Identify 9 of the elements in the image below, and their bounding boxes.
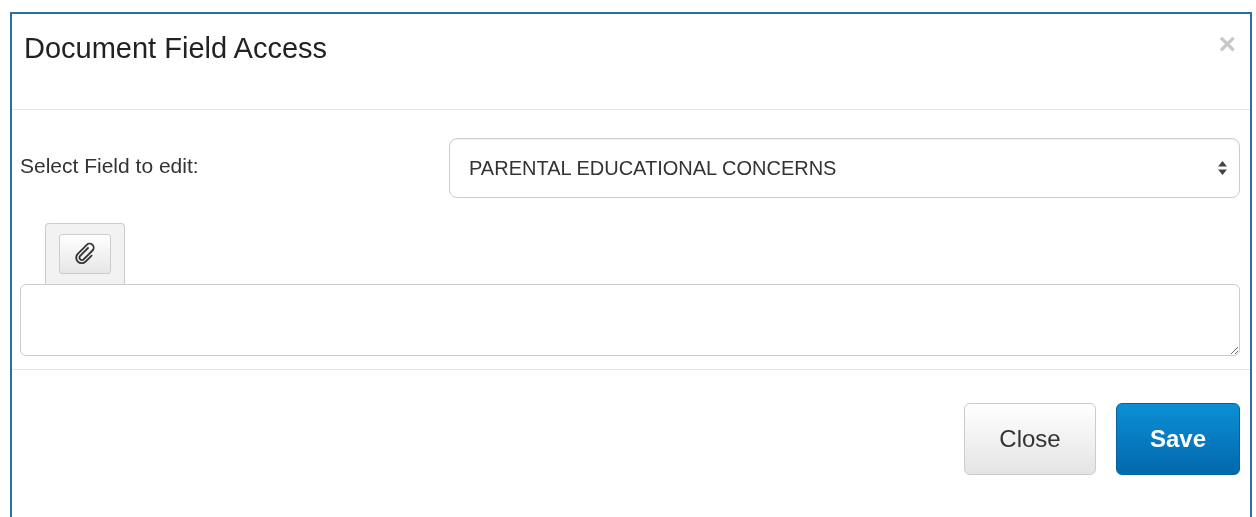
close-button[interactable]: Close <box>964 403 1096 475</box>
paperclip-icon <box>73 242 97 266</box>
save-button[interactable]: Save <box>1116 403 1240 475</box>
field-select[interactable]: PARENTAL EDUCATIONAL CONCERNS <box>449 138 1240 198</box>
field-label: Select Field to edit: <box>20 153 200 178</box>
dialog-title: Document Field Access <box>24 32 327 65</box>
updown-arrow-icon <box>1218 161 1227 175</box>
attach-button[interactable] <box>59 234 111 274</box>
text-field[interactable] <box>20 284 1240 356</box>
